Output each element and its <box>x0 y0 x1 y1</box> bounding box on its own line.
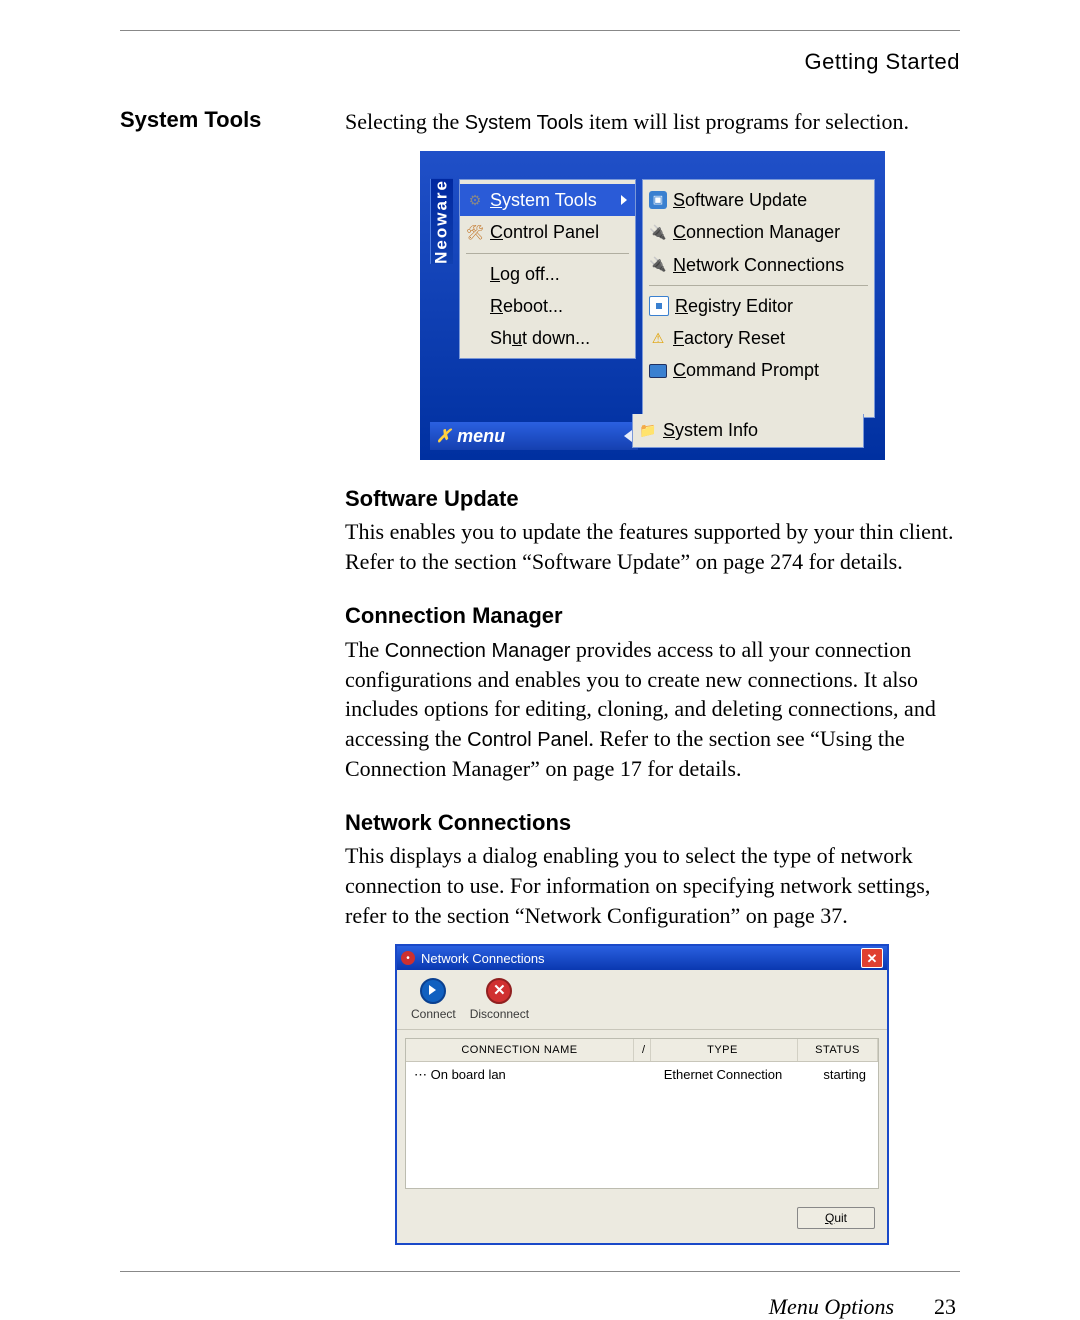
menu-bar-label: menu <box>457 424 505 448</box>
stop-icon: ✕ <box>486 978 512 1004</box>
cell-status: starting <box>798 1062 878 1088</box>
submenu-item-command-prompt[interactable]: Command Prompt <box>643 354 874 386</box>
blank-icon <box>466 297 484 315</box>
cell-connection-name: ⋯ On board lan <box>406 1062 634 1088</box>
menu-logo-icon: ✗ <box>436 424 451 448</box>
footer-section: Menu Options <box>769 1294 894 1320</box>
col-connection-name[interactable]: CONNECTION NAME <box>406 1039 634 1062</box>
dialog-title: Network Connections <box>421 950 545 968</box>
col-type[interactable]: TYPE <box>648 1039 798 1062</box>
subhead-connection-manager: Connection Manager <box>345 601 960 631</box>
menu-item-label: ystem Tools <box>502 190 597 210</box>
collapse-icon <box>624 430 632 442</box>
submenu-item-connection-manager[interactable]: 🔌 Connection Manager <box>643 216 874 248</box>
menu-item-shut-down[interactable]: Shut down... <box>460 322 635 354</box>
submenu-item-software-update[interactable]: ▣ Software Update <box>643 184 874 216</box>
disconnect-label: Disconnect <box>470 1006 529 1022</box>
para-software-update: This enables you to update the features … <box>345 517 960 576</box>
dialog-toolbar: Connect ✕ Disconnect <box>397 970 887 1029</box>
intro-post: item will list programs for selection. <box>583 109 909 134</box>
submenu-item-factory-reset[interactable]: ⚠ Factory Reset <box>643 322 874 354</box>
play-icon <box>420 978 446 1004</box>
connections-list: CONNECTION NAME / TYPE STATUS ⋯ On board… <box>405 1038 879 1189</box>
dialog-app-icon: • <box>401 951 415 965</box>
submenu-system-tools: ▣ Software Update 🔌 Connection Manager 🔌… <box>642 179 875 418</box>
close-button[interactable]: ✕ <box>861 948 883 968</box>
submenu-item-system-info[interactable]: 📁 System Info <box>632 414 864 447</box>
quit-button[interactable]: Quit <box>797 1207 875 1229</box>
menu-item-system-tools[interactable]: ⚙ System Tools <box>460 184 635 216</box>
connect-button[interactable]: Connect <box>411 978 456 1022</box>
plug-icon: 🔌 <box>649 256 667 274</box>
registry-icon <box>649 296 669 316</box>
col-status[interactable]: STATUS <box>798 1039 878 1062</box>
para-network-connections: This displays a dialog enabling you to s… <box>345 841 960 930</box>
para-connection-manager: The Connection Manager provides access t… <box>345 635 960 784</box>
disconnect-button[interactable]: ✕ Disconnect <box>470 978 529 1022</box>
warning-icon: ⚠ <box>649 329 667 347</box>
cell-type: Ethernet Connection <box>648 1062 798 1088</box>
menu-separator <box>466 253 629 254</box>
gears-icon: ⚙ <box>466 191 484 209</box>
monitor-icon <box>649 364 667 378</box>
margin-heading: System Tools <box>120 107 345 1245</box>
menu-item-log-off[interactable]: Log off... <box>460 258 635 290</box>
menu-item-control-panel[interactable]: 🛠 Control Panel <box>460 216 635 248</box>
running-head: Getting Started <box>120 49 960 75</box>
subhead-software-update: Software Update <box>345 484 960 514</box>
intro-pre: Selecting the <box>345 109 465 134</box>
plug-icon: 🔌 <box>649 223 667 241</box>
figure-network-connections-dialog: • Network Connections ✕ Connect ✕ Discon… <box>395 944 889 1245</box>
figure-menu: Neoware ⚙ System Tools 🛠 Control Panel <box>420 151 885 460</box>
start-menu-bar[interactable]: ✗ menu <box>430 422 638 450</box>
folder-icon: 📁 <box>639 422 657 440</box>
subhead-network-connections: Network Connections <box>345 808 960 838</box>
submenu-separator <box>649 285 868 286</box>
menu-item-reboot[interactable]: Reboot... <box>460 290 635 322</box>
brand-strip: Neoware <box>430 179 453 264</box>
package-icon: ▣ <box>649 191 667 209</box>
intro-code: System Tools <box>465 112 584 134</box>
main-menu: ⚙ System Tools 🛠 Control Panel Log off..… <box>459 179 636 359</box>
intro-paragraph: Selecting the System Tools item will lis… <box>345 107 960 137</box>
page-number: 23 <box>934 1294 956 1320</box>
submenu-item-registry-editor[interactable]: Registry Editor <box>643 290 874 322</box>
submenu-arrow-icon <box>621 195 627 205</box>
table-row[interactable]: ⋯ On board lan Ethernet Connection start… <box>406 1062 878 1088</box>
connect-label: Connect <box>411 1006 456 1022</box>
submenu-item-network-connections[interactable]: 🔌 Network Connections <box>643 249 874 281</box>
dialog-titlebar: • Network Connections ✕ <box>397 946 887 970</box>
blank-icon <box>466 329 484 347</box>
blank-icon <box>466 265 484 283</box>
control-panel-icon: 🛠 <box>466 223 484 241</box>
